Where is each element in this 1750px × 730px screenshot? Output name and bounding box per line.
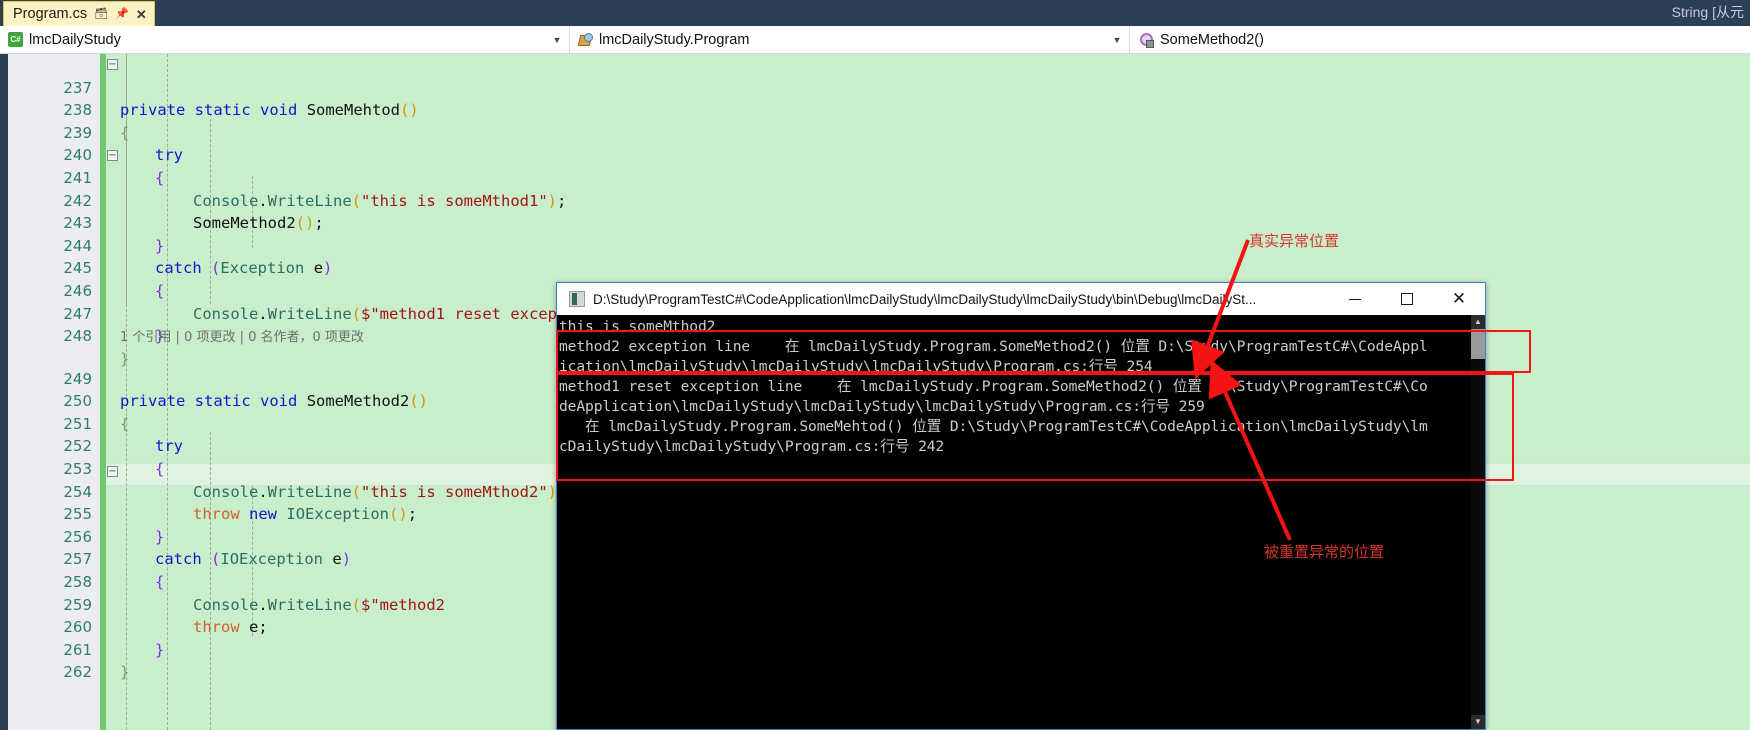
console-output-line: cDailyStudy\lmcDailyStudy\Program.cs:行号 … (559, 438, 945, 455)
save-icon[interactable]: 🗃 (94, 8, 108, 20)
console-output[interactable]: this is someMthod2 method2 exception lin… (557, 315, 1485, 729)
code-line[interactable]: 242 SomeMethod2(); (0, 167, 1750, 233)
console-window[interactable]: D:\Study\ProgramTestC#\CodeApplication\l… (556, 282, 1486, 730)
class-icon (578, 32, 593, 47)
console-output-line: this is someMthod2 (559, 318, 716, 335)
chevron-down-icon[interactable]: ▼ (1109, 35, 1125, 45)
navbar-project-dropdown[interactable]: C# lmcDailyStudy ▼ (0, 26, 570, 53)
close-icon[interactable]: ✕ (136, 8, 147, 21)
console-title-text: D:\Study\ProgramTestC#\CodeApplication\l… (593, 291, 1257, 307)
console-title-bar[interactable]: D:\Study\ProgramTestC#\CodeApplication\l… (557, 283, 1485, 315)
document-tab-strip: Program.cs 🗃 📌 ✕ (0, 0, 1750, 26)
navigation-bar: C# lmcDailyStudy ▼ lmcDailyStudy.Program… (0, 26, 1750, 54)
codelens-indicator[interactable]: 1 个引用 | 0 项更改 | 0 名作者，0 项更改 (120, 326, 364, 345)
method-icon (1138, 32, 1154, 48)
close-icon[interactable]: ✕ (1433, 283, 1485, 315)
navbar-member-dropdown[interactable]: SomeMethod2() (1130, 26, 1750, 53)
annotation-label-reset-exception: 被重置异常的位置 (1264, 543, 1385, 561)
scroll-down-icon[interactable]: ▼ (1471, 715, 1485, 729)
console-output-line: method1 reset exception line 在 lmcDailyS… (559, 378, 1428, 395)
navbar-project-label: lmcDailyStudy (29, 31, 121, 48)
minimize-icon[interactable] (1329, 283, 1381, 315)
navbar-member-label: SomeMethod2() (1160, 31, 1264, 48)
console-output-line: ication\lmcDailyStudy\lmcDailyStudy\lmcD… (559, 358, 1153, 375)
pin-icon[interactable]: 📌 (115, 8, 129, 20)
navbar-type-label: lmcDailyStudy.Program (599, 31, 750, 48)
line-number: 262 (63, 663, 92, 682)
scrollbar-thumb[interactable] (1471, 329, 1485, 359)
visual-studio-window: String [从元 Program.cs 🗃 📌 ✕ C# lmcDailyS… (0, 0, 1750, 730)
scroll-up-icon[interactable]: ▲ (1471, 315, 1485, 329)
tab-program-cs[interactable]: Program.cs 🗃 📌 ✕ (3, 1, 155, 26)
window-controls: ✕ (1329, 283, 1485, 315)
code-line[interactable]: 239 try (0, 99, 1750, 165)
code-line[interactable]: 244 catch (Exception e) (0, 212, 1750, 278)
navbar-type-dropdown[interactable]: lmcDailyStudy.Program ▼ (570, 26, 1130, 53)
code-line[interactable]: 240 { (0, 122, 1750, 187)
maximize-icon[interactable] (1381, 283, 1433, 315)
tab-label: Program.cs (13, 6, 88, 22)
chevron-down-icon[interactable]: ▼ (549, 35, 565, 45)
console-app-icon (569, 291, 585, 307)
console-scrollbar[interactable]: ▲ ▼ (1471, 315, 1485, 729)
code-line[interactable]: 245 { (0, 235, 1750, 300)
csharp-file-icon: C# (8, 32, 23, 47)
annotation-label-real-exception: 真实异常位置 (1249, 232, 1340, 250)
code-line[interactable]: 238 { (0, 77, 1750, 142)
code-line[interactable]: 243 } (0, 190, 1750, 255)
line-content: } (120, 663, 130, 682)
console-output-line: method2 exception line 在 lmcDailyStudy.P… (559, 338, 1428, 355)
console-output-line: 在 lmcDailyStudy.Program.SomeMehtod() 位置 … (559, 418, 1428, 435)
code-line[interactable]: 237 private static void SomeMehtod() (0, 54, 1750, 120)
console-output-line: deApplication\lmcDailyStudy\lmcDailyStud… (559, 398, 1205, 415)
code-line[interactable]: 246 Console.WriteLine($"method1 reset ex… (0, 257, 1750, 323)
code-line[interactable]: 241 Console.WriteLine("this is someMthod… (0, 144, 1750, 210)
